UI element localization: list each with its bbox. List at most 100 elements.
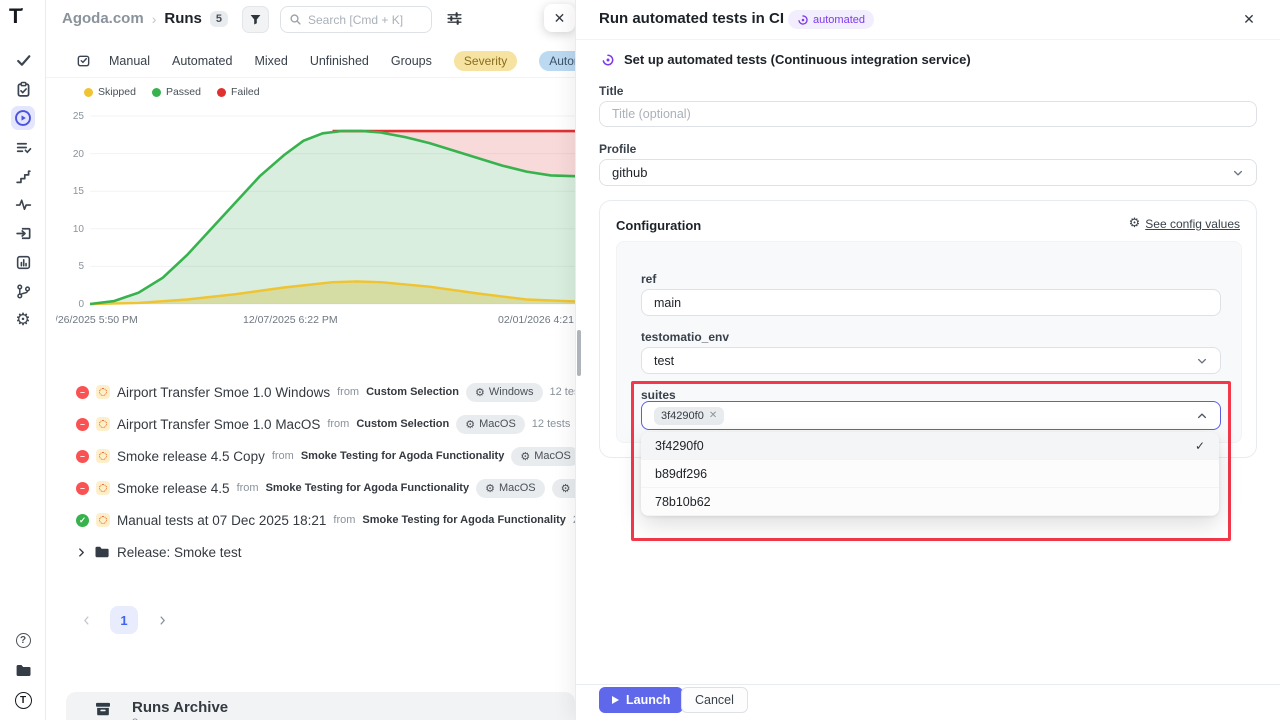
tab-unfinished[interactable]: Unfinished: [310, 54, 369, 68]
failed-status-icon: –: [76, 482, 89, 495]
env-chip-chrome: ⚙Chrome: [552, 479, 575, 498]
gear-icon: ⚙: [1129, 216, 1141, 231]
launch-button[interactable]: Launch: [599, 687, 683, 713]
run-title[interactable]: Airport Transfer Smoe 1.0 Windows: [117, 385, 330, 400]
group-label: Release: Smoke test: [117, 545, 242, 560]
suites-option-3f4290f0[interactable]: 3f4290f0✓: [641, 432, 1219, 460]
tab-mixed[interactable]: Mixed: [254, 54, 287, 68]
run-row[interactable]: –Airport Transfer Smoe 1.0 MacOSfromCust…: [46, 408, 575, 440]
panel-header: Run automated tests in CI automated ✕: [576, 0, 1280, 40]
plans-list-icon[interactable]: [11, 135, 35, 159]
failed-status-icon: –: [76, 386, 89, 399]
tab-manual[interactable]: Manual: [109, 54, 150, 68]
breadcrumb-project[interactable]: Agoda.com: [62, 10, 144, 27]
run-source: Custom Selection: [366, 386, 459, 398]
run-row[interactable]: –Smoke release 4.5 CopyfromSmoke Testing…: [46, 440, 575, 472]
ref-label: ref: [641, 272, 656, 286]
run-row[interactable]: –Smoke release 4.5fromSmoke Testing for …: [46, 472, 575, 504]
configuration-box: Configuration ⚙ See config values ref ma…: [599, 200, 1257, 458]
env-select[interactable]: test: [641, 347, 1221, 374]
drawer-close-button[interactable]: ✕: [544, 4, 575, 32]
xtick-0: 11/26/2025 5:50 PM: [56, 314, 158, 326]
account-avatar[interactable]: T: [11, 688, 35, 712]
automated-badge: automated: [788, 10, 874, 29]
run-title[interactable]: Airport Transfer Smoe 1.0 MacOS: [117, 417, 320, 432]
setup-section-heading: Set up automated tests (Continuous integ…: [601, 52, 971, 67]
run-from-label: from: [333, 514, 355, 526]
ci-swirl-icon: [601, 53, 615, 67]
suites-option-78b10b62[interactable]: 78b10b62: [641, 488, 1219, 516]
run-tests-count: 12 tests: [550, 386, 576, 398]
autorun-spinner-icon: [96, 449, 110, 463]
runs-trend-chart: [90, 110, 575, 306]
runs-play-icon[interactable]: [11, 106, 35, 130]
projects-folder-icon[interactable]: [11, 658, 35, 682]
group-row-release[interactable]: Release: Smoke test: [46, 536, 575, 568]
legend-skipped: Skipped: [84, 86, 136, 98]
branch-icon[interactable]: [11, 279, 35, 303]
remove-tag-icon[interactable]: ✕: [709, 410, 717, 421]
run-title[interactable]: Smoke release 4.5: [117, 481, 230, 496]
app-logo-icon[interactable]: T': [9, 5, 22, 29]
archive-box-icon: [94, 700, 112, 720]
settings-gear-icon[interactable]: ⚙: [11, 308, 35, 332]
title-input-wrap: [599, 101, 1257, 127]
chevron-up-icon: [1196, 410, 1208, 422]
suites-label: suites: [641, 388, 676, 402]
view-settings-button[interactable]: [446, 10, 464, 28]
tab-pill-automatable[interactable]: Automatable: [539, 51, 575, 71]
suites-clipboard-icon[interactable]: [11, 77, 35, 101]
ytick-20: 20: [58, 149, 84, 160]
expand-chevron-icon[interactable]: [76, 547, 87, 558]
runs-list: – Airport Transfer Smoe 1.0 Windows from Cu…: [46, 376, 575, 568]
suites-option-b89df296[interactable]: b89df296: [641, 460, 1219, 488]
profile-select[interactable]: github: [599, 159, 1257, 186]
pagination: 1: [76, 606, 172, 634]
next-page-button[interactable]: [152, 606, 172, 634]
tab-pill-severity[interactable]: Severity: [454, 51, 517, 71]
title-label: Title: [599, 84, 623, 98]
env-chip-macos: ⚙MacOS: [511, 447, 575, 466]
app-root: T' ⚙ ?: [0, 0, 1280, 720]
play-icon: [612, 696, 619, 704]
run-row[interactable]: – Airport Transfer Smoe 1.0 Windows from Cu…: [46, 376, 575, 408]
runs-archive-bar[interactable]: Runs Archive 8 runs: [66, 692, 575, 720]
ref-input[interactable]: main: [641, 289, 1221, 316]
prev-page-button[interactable]: [76, 606, 96, 634]
tab-groups[interactable]: Groups: [391, 54, 432, 68]
breadcrumb-section[interactable]: Runs: [164, 10, 202, 27]
panel-scrollbar[interactable]: [577, 330, 581, 376]
run-title[interactable]: Manual tests at 07 Dec 2025 18:21: [117, 513, 326, 528]
import-box-icon[interactable]: [11, 221, 35, 245]
title-input[interactable]: [612, 107, 1244, 121]
autorun-spinner-icon: [96, 513, 110, 527]
legend-failed: Failed: [217, 86, 260, 98]
panel-close-button[interactable]: ✕: [1239, 9, 1259, 29]
help-icon[interactable]: ?: [11, 628, 35, 652]
profile-label: Profile: [599, 142, 636, 156]
analytics-pulse-icon[interactable]: [11, 192, 35, 216]
search-box[interactable]: [280, 6, 432, 33]
passed-status-icon: ✓: [76, 514, 89, 527]
filter-button[interactable]: [242, 6, 269, 33]
run-from-label: from: [337, 386, 359, 398]
current-page-button[interactable]: 1: [110, 606, 138, 634]
autorun-spinner-icon: [96, 481, 110, 495]
milestones-stairs-icon[interactable]: [11, 164, 35, 188]
suites-multiselect[interactable]: 3f4290f0 ✕: [641, 401, 1221, 430]
funnel-icon: [249, 13, 262, 26]
reports-chart-icon[interactable]: [11, 250, 35, 274]
configuration-fields: ref main testomatio_env test suites 3f42…: [616, 241, 1242, 443]
tests-check-icon[interactable]: [11, 48, 35, 72]
sidebar: T' ⚙ ?: [0, 0, 46, 720]
xtick-1: 12/07/2025 6:22 PM: [243, 314, 383, 326]
run-row[interactable]: ✓Manual tests at 07 Dec 2025 18:21fromSm…: [46, 504, 575, 536]
see-config-values-link[interactable]: ⚙ See config values: [1129, 216, 1240, 231]
search-input[interactable]: [308, 13, 418, 27]
select-all-icon[interactable]: [76, 53, 91, 68]
footer-divider: [576, 684, 1280, 685]
run-title[interactable]: Smoke release 4.5 Copy: [117, 449, 265, 464]
ytick-5: 5: [58, 261, 84, 272]
tab-automated[interactable]: Automated: [172, 54, 232, 68]
cancel-button[interactable]: Cancel: [681, 687, 748, 713]
